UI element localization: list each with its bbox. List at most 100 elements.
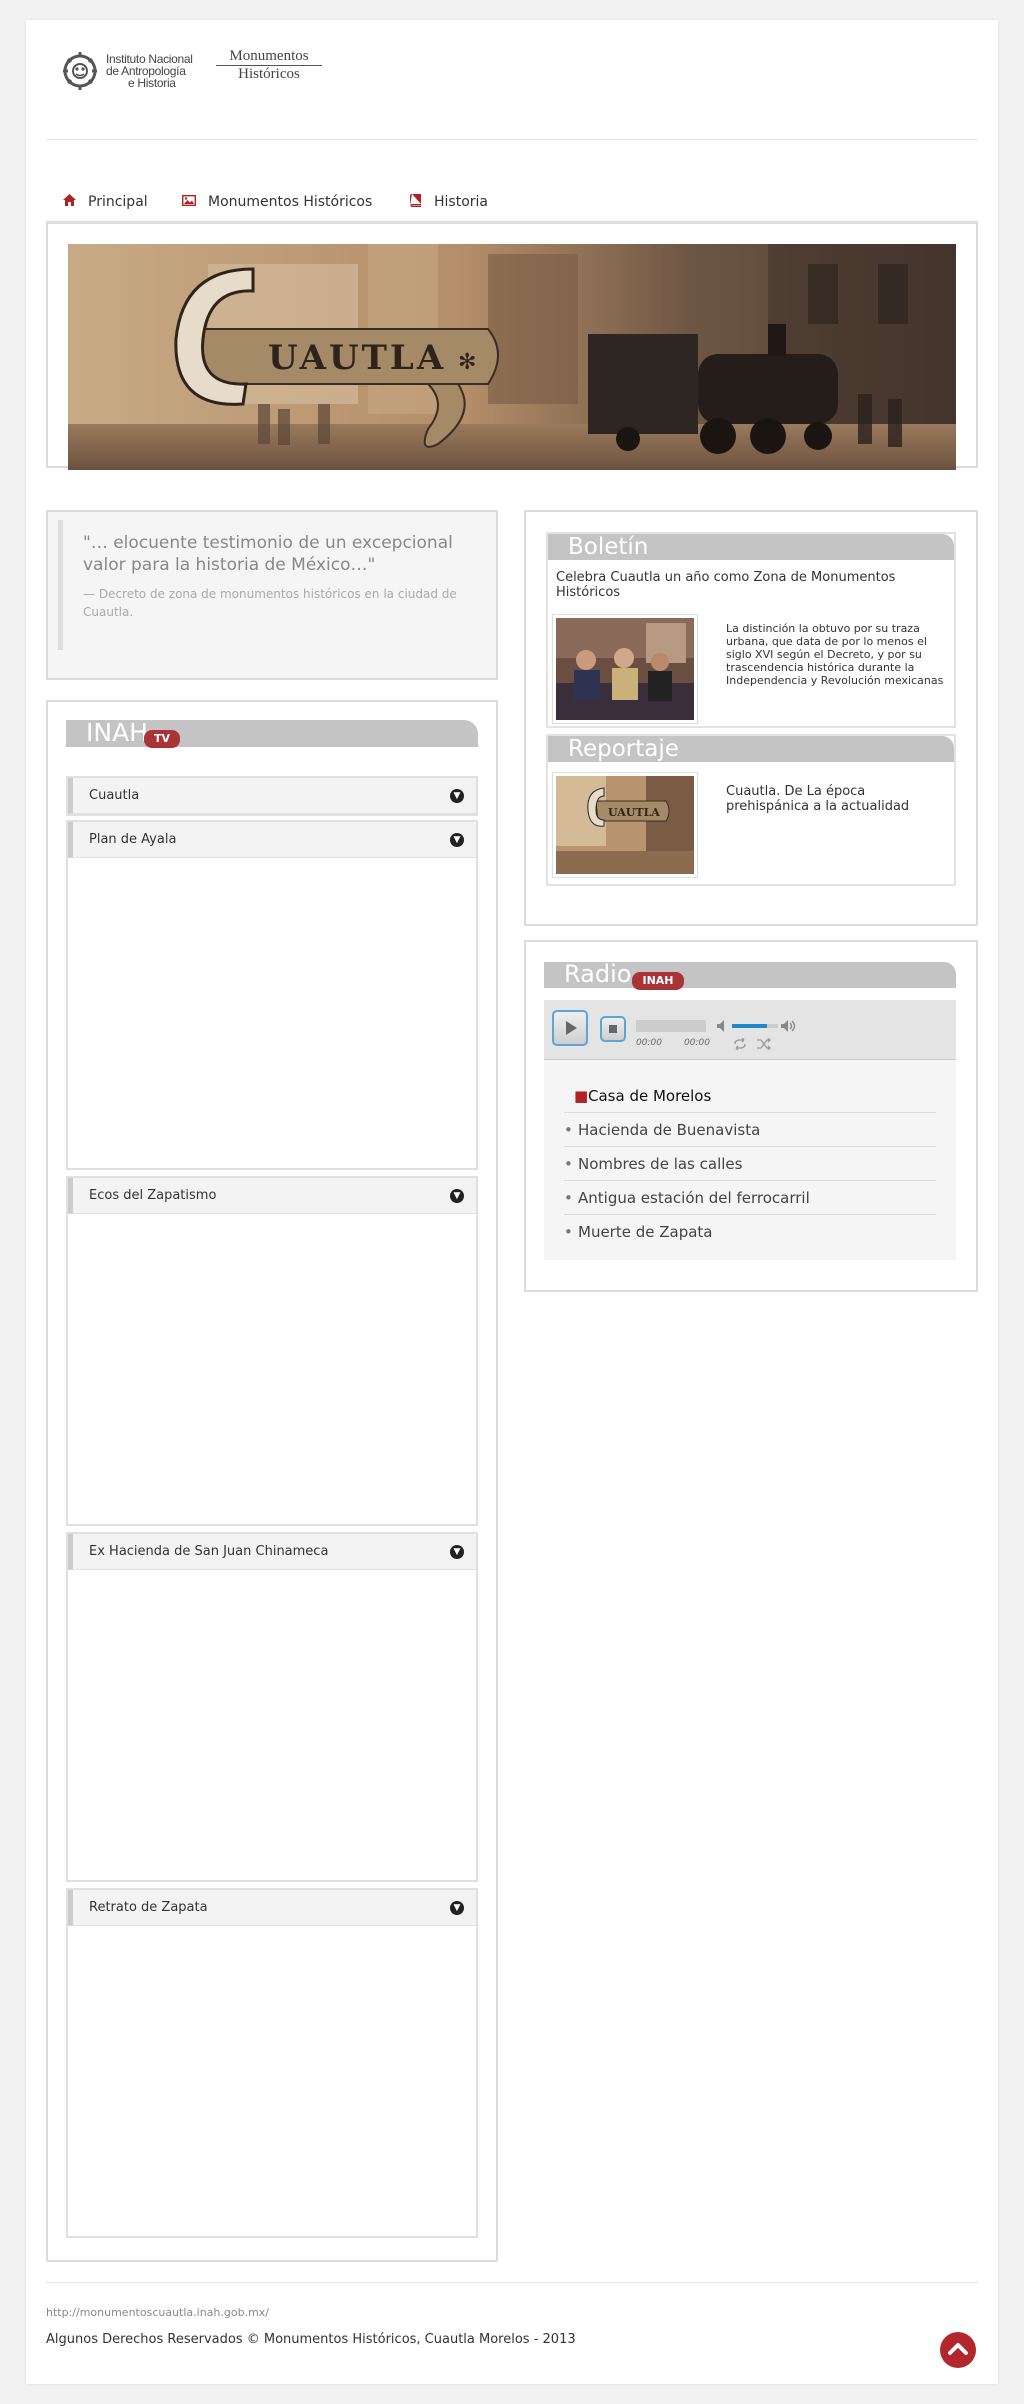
boletin-title: Boletín: [568, 534, 649, 560]
radio-title: Radio: [564, 960, 632, 988]
radio-box: Radio INAH 00:00 00:00 ■Casa de Morelos …: [524, 940, 978, 1292]
mute-icon[interactable]: [716, 1019, 730, 1033]
page-container: Instituto Nacional de Antropología e His…: [26, 20, 998, 2384]
accordion-header[interactable]: Ex Hacienda de San Juan Chinameca ▼: [68, 1534, 476, 1570]
boletin-panel: Boletín Celebra Cuautla un año como Zona…: [546, 532, 956, 728]
chevron-down-icon: ▼: [450, 1188, 464, 1203]
reportaje-thumbnail[interactable]: UAUTLA: [552, 772, 698, 878]
chevron-up-icon: [948, 2343, 968, 2355]
mh-logo-line1: Monumentos: [216, 48, 322, 66]
accordion-title: Ex Hacienda de San Juan Chinameca: [89, 1544, 329, 1559]
svg-text:UAUTLA: UAUTLA: [608, 806, 660, 819]
audio-player: 00:00 00:00: [544, 1000, 956, 1060]
book-icon: [408, 193, 422, 211]
footer-url[interactable]: http://monumentoscuautla.inah.gob.mx/: [46, 2306, 269, 2319]
reportaje-text[interactable]: Cuautla. De La época prehispánica a la a…: [726, 784, 948, 814]
radio-title-bar: Radio INAH: [544, 960, 956, 990]
playlist-item[interactable]: • Nombres de las calles: [564, 1148, 936, 1181]
tv-badge: TV: [144, 730, 180, 748]
accordion-header[interactable]: Plan de Ayala ▼: [68, 822, 476, 858]
chevron-down-icon: ▼: [450, 1900, 464, 1915]
quote-source: — Decreto de zona de monumentos históric…: [83, 587, 457, 619]
nav-label: Monumentos Históricos: [208, 194, 373, 210]
boletin-photo: [556, 618, 694, 720]
playlist-item-label: Nombres de las calles: [578, 1155, 743, 1173]
reportaje-title-bar: Reportaje: [548, 736, 954, 762]
accordion-title: Ecos del Zapatismo: [89, 1188, 217, 1203]
playlist-item[interactable]: • Hacienda de Buenavista: [564, 1114, 936, 1147]
accordion-item: Ecos del Zapatismo ▼: [66, 1176, 478, 1526]
quote-text: "… elocuente testimonio de un excepciona…: [83, 533, 453, 575]
inah-logo-text: Instituto Nacional de Antropología e His…: [106, 53, 193, 89]
accordion-item: Ex Hacienda de San Juan Chinameca ▼: [66, 1532, 478, 1882]
cuautla-banner: UAUTLA ✻: [68, 244, 956, 470]
playlist: ■Casa de Morelos • Hacienda de Buenavista…: [544, 1060, 956, 1260]
blockquote: "… elocuente testimonio de un excepciona…: [58, 520, 486, 650]
play-button[interactable]: [552, 1010, 588, 1046]
accordion-item: Plan de Ayala ▼: [66, 820, 478, 1170]
reportaje-photo: UAUTLA: [556, 776, 694, 874]
accordion-title: Plan de Ayala: [89, 832, 177, 847]
nav-item-historia[interactable]: Historia: [408, 191, 488, 213]
reportaje-panel: Reportaje UAUTLA Cuautla. De La época pr…: [546, 734, 956, 886]
image-icon: [181, 194, 197, 210]
back-to-top-button[interactable]: [940, 2332, 976, 2368]
progress-bar[interactable]: [636, 1020, 706, 1032]
nav-item-monumentos[interactable]: Monumentos Históricos: [181, 191, 373, 213]
inah-emblem-icon: [63, 52, 97, 90]
accordion-title: Cuautla: [89, 788, 140, 803]
mh-logo-line2: Históricos: [238, 66, 300, 82]
accordion-header[interactable]: Cuautla ▼: [68, 778, 476, 814]
playlist-item-label: Muerte de Zapata: [578, 1223, 713, 1241]
playlist-item-label: Antigua estación del ferrocarril: [578, 1189, 810, 1207]
banner-title: UAUTLA: [268, 338, 446, 378]
accordion-header[interactable]: Retrato de Zapata ▼: [68, 1890, 476, 1926]
accordion-header[interactable]: Ecos del Zapatismo ▼: [68, 1178, 476, 1214]
playlist-item[interactable]: ■Casa de Morelos: [564, 1080, 936, 1113]
nav-label: Principal: [88, 194, 148, 210]
news-box: Boletín Celebra Cuautla un año como Zona…: [524, 510, 978, 926]
inah-tv-title-bar: INAH TV: [66, 718, 478, 748]
inah-tv-box: INAH TV Cuautla ▼ Plan de Ayala ▼ Ecos d…: [46, 700, 498, 2262]
volume-max-icon[interactable]: [780, 1019, 798, 1033]
inah-tv-title: INAH: [86, 718, 148, 747]
chevron-down-icon: ▼: [450, 1544, 464, 1559]
stop-icon: [609, 1025, 617, 1033]
inah-badge: INAH: [632, 972, 684, 990]
boletin-headline[interactable]: Celebra Cuautla un año como Zona de Monu…: [550, 570, 950, 600]
quote-box: "… elocuente testimonio de un excepciona…: [46, 510, 498, 680]
accordion-item: Cuautla ▼: [66, 776, 478, 816]
nav-item-principal[interactable]: Principal: [62, 191, 148, 213]
playlist-item[interactable]: • Muerte de Zapata: [564, 1216, 936, 1249]
boletin-text: La distinción la obtuvo por su traza urb…: [726, 622, 944, 687]
accordion-title: Retrato de Zapata: [89, 1900, 208, 1915]
stop-button[interactable]: [600, 1016, 626, 1042]
volume-level: [732, 1024, 767, 1028]
chevron-down-icon: ▼: [450, 788, 464, 803]
reportaje-title: Reportaje: [568, 736, 679, 762]
banner-box: UAUTLA ✻: [46, 222, 978, 470]
shuffle-icon[interactable]: [756, 1038, 772, 1050]
inah-logo[interactable]: Instituto Nacional de Antropología e His…: [60, 44, 200, 98]
repeat-icon[interactable]: [732, 1038, 748, 1050]
footer-copyright: Algunos Derechos Reservados © Monumentos…: [46, 2332, 576, 2347]
monumentos-historicos-logo[interactable]: Monumentos Históricos: [216, 48, 322, 92]
inah-logo-line: e Historia: [128, 76, 176, 90]
playlist-item-label: Casa de Morelos: [588, 1087, 712, 1105]
total-time: 00:00: [684, 1038, 710, 1048]
banner-image: UAUTLA ✻: [68, 244, 956, 470]
boletin-thumbnail[interactable]: [552, 614, 698, 724]
accordion-item: Retrato de Zapata ▼: [66, 1888, 478, 2238]
header-divider: [46, 139, 978, 140]
footer-divider: [46, 2282, 978, 2283]
volume-slider[interactable]: [732, 1024, 778, 1028]
main-nav: Principal Monumentos Históricos Historia: [46, 178, 978, 223]
home-icon: [62, 194, 76, 210]
boletin-title-bar: Boletín: [548, 534, 954, 560]
playlist-item-label: Hacienda de Buenavista: [578, 1121, 761, 1139]
svg-text:✻: ✻: [458, 350, 476, 375]
chevron-down-icon: ▼: [450, 832, 464, 847]
current-time: 00:00: [636, 1038, 662, 1048]
playlist-item[interactable]: • Antigua estación del ferrocarril: [564, 1182, 936, 1215]
nav-label: Historia: [434, 194, 488, 210]
